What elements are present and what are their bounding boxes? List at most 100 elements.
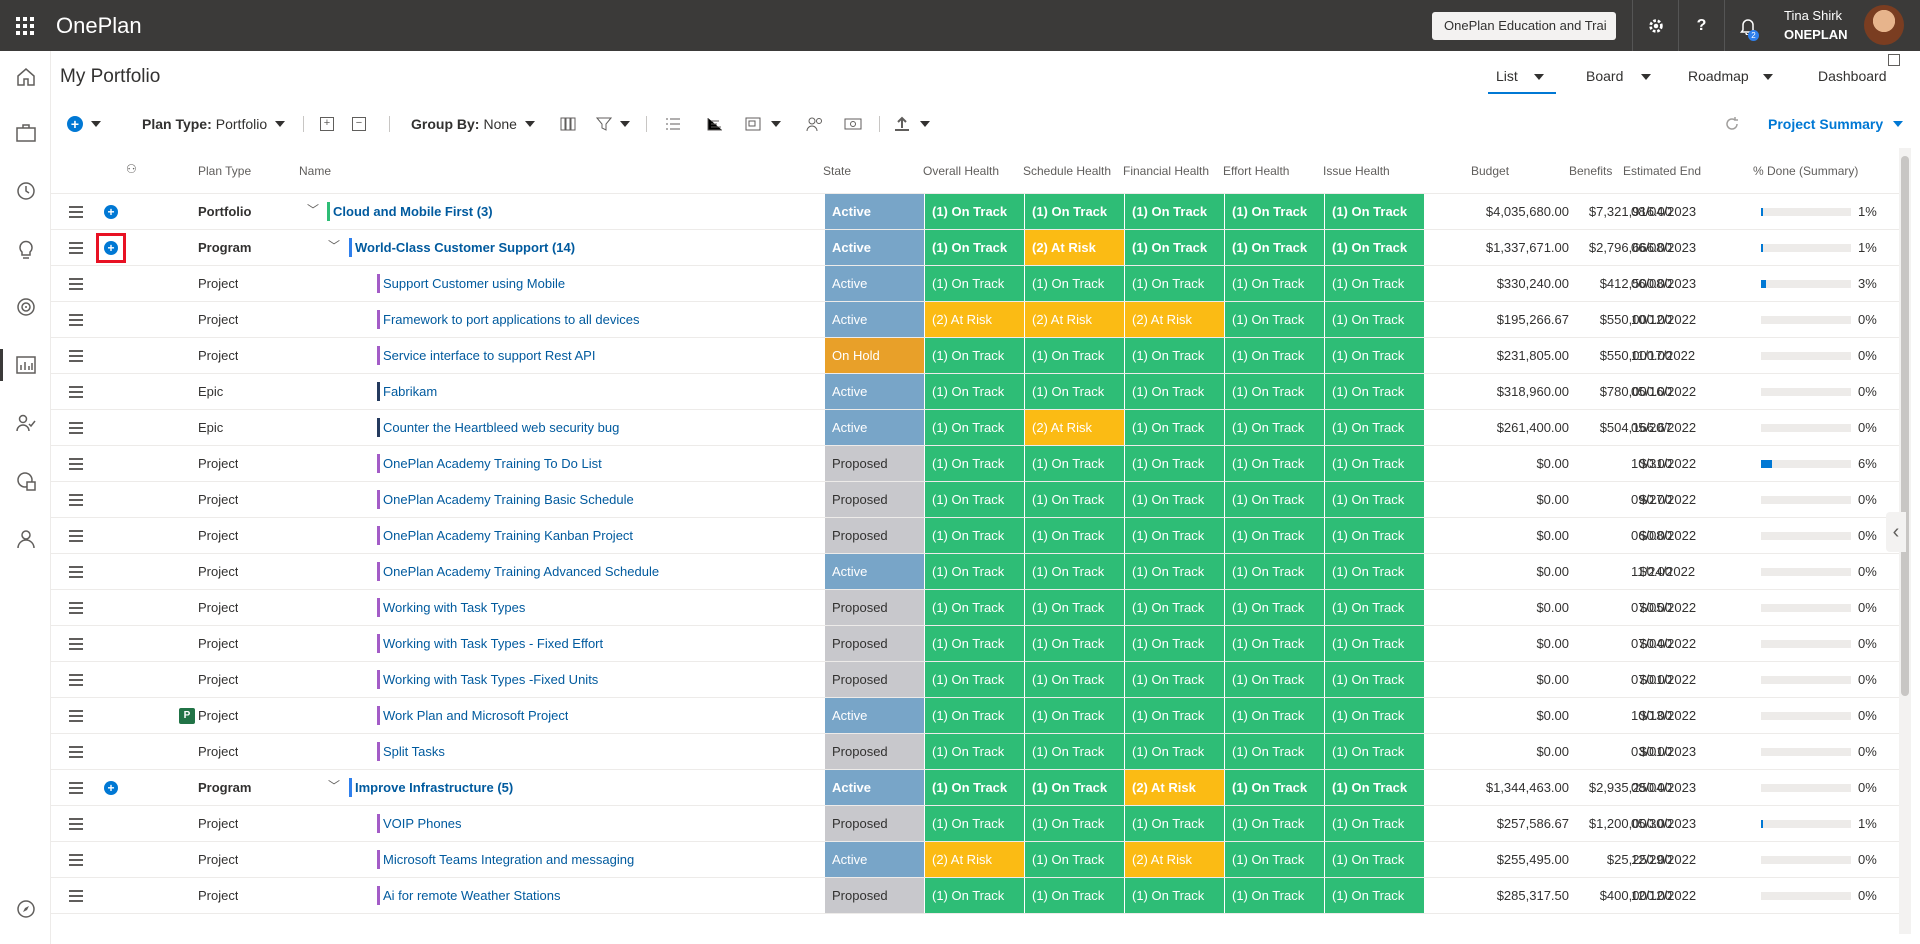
- table-row[interactable]: Project Support Customer using Mobile Acti…: [51, 266, 1899, 302]
- col-state[interactable]: State: [823, 164, 851, 178]
- chevron-left-icon[interactable]: ‹: [1886, 512, 1906, 552]
- plan-name-link[interactable]: Counter the Heartbleed web security bug: [383, 410, 619, 445]
- chevron-down-icon[interactable]: ﹀: [328, 239, 342, 253]
- drag-handle-icon[interactable]: [69, 638, 83, 650]
- table-row[interactable]: Project Ai for remote Weather Stations Pro…: [51, 878, 1899, 914]
- plan-name-link[interactable]: Ai for remote Weather Stations: [383, 878, 561, 913]
- table-row[interactable]: Epic Counter the Heartbleed web security …: [51, 410, 1899, 446]
- drag-handle-icon[interactable]: [69, 350, 83, 362]
- table-row[interactable]: Project VOIP Phones Proposed (1) On Track (1…: [51, 806, 1899, 842]
- plan-name-link[interactable]: Working with Task Types - Fixed Effort: [383, 626, 603, 661]
- drag-handle-icon[interactable]: [69, 746, 83, 758]
- plan-name-link[interactable]: Improve Infrastructure (5): [355, 770, 513, 805]
- plan-name-link[interactable]: Support Customer using Mobile: [383, 266, 565, 301]
- drag-handle-icon[interactable]: [69, 890, 83, 902]
- plan-name-link[interactable]: OnePlan Academy Training Basic Schedule: [383, 482, 634, 517]
- table-row[interactable]: Project Split Tasks Proposed (1) On Track (1…: [51, 734, 1899, 770]
- table-row[interactable]: + Portfolio ﹀ Cloud and Mobile First (3) Act…: [51, 194, 1899, 230]
- layout-button[interactable]: [745, 114, 781, 134]
- drag-handle-icon[interactable]: [69, 710, 83, 722]
- scroll-thumb[interactable]: [1901, 156, 1909, 696]
- list-view-button[interactable]: [665, 114, 681, 134]
- plan-name-link[interactable]: Microsoft Teams Integration and messagin…: [383, 842, 634, 877]
- plan-name-link[interactable]: Service interface to support Rest API: [383, 338, 595, 373]
- add-button[interactable]: +: [67, 114, 101, 134]
- drag-handle-icon[interactable]: [69, 206, 83, 218]
- tab-roadmap[interactable]: Roadmap: [1688, 62, 1773, 94]
- add-child-icon[interactable]: +: [104, 205, 118, 219]
- plan-type-dropdown[interactable]: Plan Type: Portfolio: [142, 114, 286, 134]
- resources-icon[interactable]: [0, 403, 51, 443]
- col-plan-type[interactable]: Plan Type: [198, 164, 251, 178]
- user-info[interactable]: Tina Shirk ONEPLAN: [1784, 6, 1848, 44]
- app-title[interactable]: OnePlan: [56, 13, 142, 39]
- table-row[interactable]: + Program ﹀ World-Class Customer Support (1…: [51, 230, 1899, 266]
- plan-name-link[interactable]: Work Plan and Microsoft Project: [383, 698, 568, 733]
- group-by-dropdown[interactable]: Group By: None: [411, 114, 535, 134]
- col-overall-health[interactable]: Overall Health: [923, 164, 999, 178]
- table-row[interactable]: Project Working with Task Types -Fixed Un…: [51, 662, 1899, 698]
- plan-name-link[interactable]: Split Tasks: [383, 734, 445, 769]
- tab-list[interactable]: List: [1488, 62, 1556, 94]
- plan-name-link[interactable]: Fabrikam: [383, 374, 437, 409]
- plan-name-link[interactable]: World-Class Customer Support (14): [355, 230, 575, 265]
- reports-icon[interactable]: [0, 461, 51, 501]
- help-button[interactable]: ?: [1678, 0, 1724, 51]
- col-schedule-health[interactable]: Schedule Health: [1023, 164, 1111, 178]
- summary-view-dropdown[interactable]: Project Summary: [1768, 114, 1904, 134]
- table-row[interactable]: Project OnePlan Academy Training Kanban P…: [51, 518, 1899, 554]
- tab-board[interactable]: Board: [1586, 62, 1652, 94]
- col-estimated-end[interactable]: Estimated End: [1623, 164, 1701, 178]
- user-icon[interactable]: [0, 519, 51, 559]
- tab-dashboard[interactable]: Dashboard: [1818, 62, 1887, 94]
- app-launcher-icon[interactable]: [0, 0, 50, 51]
- refresh-button[interactable]: [1725, 114, 1739, 134]
- avatar[interactable]: [1864, 5, 1904, 45]
- table-row[interactable]: Project Microsoft Teams Integration and m…: [51, 842, 1899, 878]
- collapse-all-button[interactable]: −: [352, 114, 366, 134]
- plan-name-link[interactable]: OnePlan Academy Training Kanban Project: [383, 518, 633, 553]
- export-button[interactable]: [894, 114, 930, 134]
- col-name[interactable]: Name: [299, 164, 331, 178]
- drag-handle-icon[interactable]: [69, 566, 83, 578]
- indent-button[interactable]: [707, 114, 723, 134]
- compass-icon[interactable]: [0, 889, 51, 929]
- chevron-down-icon[interactable]: ﹀: [307, 203, 321, 217]
- target-icon[interactable]: [0, 287, 51, 327]
- table-row[interactable]: Project Working with Task Types - Fixed E…: [51, 626, 1899, 662]
- table-row[interactable]: Project OnePlan Academy Training Basic Sc…: [51, 482, 1899, 518]
- money-button[interactable]: [844, 114, 862, 134]
- drag-handle-icon[interactable]: [69, 602, 83, 614]
- drag-handle-icon[interactable]: [69, 494, 83, 506]
- drag-handle-icon[interactable]: [69, 818, 83, 830]
- notifications-button[interactable]: [1724, 0, 1770, 51]
- org-switcher[interactable]: OnePlan Education and Trai: [1432, 12, 1616, 40]
- table-row[interactable]: Project OnePlan Academy Training Advanced…: [51, 554, 1899, 590]
- table-row[interactable]: Epic Fabrikam Active (1) On Track (1) On Tra…: [51, 374, 1899, 410]
- drag-handle-icon[interactable]: [69, 674, 83, 686]
- table-row[interactable]: Project Framework to port applications to…: [51, 302, 1899, 338]
- assign-button[interactable]: [806, 114, 824, 134]
- plan-name-link[interactable]: OnePlan Academy Training Advanced Schedu…: [383, 554, 659, 589]
- plan-name-link[interactable]: Cloud and Mobile First (3): [333, 194, 493, 229]
- chevron-down-icon[interactable]: [1533, 74, 1544, 81]
- briefcase-icon[interactable]: [0, 113, 51, 153]
- filter-button[interactable]: [596, 114, 630, 134]
- table-row[interactable]: Project Service interface to support Rest…: [51, 338, 1899, 374]
- col-benefits[interactable]: Benefits: [1569, 164, 1612, 178]
- chevron-down-icon[interactable]: [1641, 74, 1652, 81]
- columns-button[interactable]: [560, 114, 576, 134]
- table-row[interactable]: P Project Work Plan and Microsoft Project A…: [51, 698, 1899, 734]
- plan-name-link[interactable]: OnePlan Academy Training To Do List: [383, 446, 602, 481]
- col-financial-health[interactable]: Financial Health: [1123, 164, 1209, 178]
- plan-name-link[interactable]: Working with Task Types: [383, 590, 525, 625]
- table-row[interactable]: Project OnePlan Academy Training To Do Li…: [51, 446, 1899, 482]
- drag-handle-icon[interactable]: [69, 854, 83, 866]
- col-pct-done[interactable]: % Done (Summary): [1753, 164, 1858, 178]
- drag-handle-icon[interactable]: [69, 242, 83, 254]
- chevron-down-icon[interactable]: [1762, 74, 1773, 81]
- history-icon[interactable]: [0, 171, 51, 211]
- drag-handle-icon[interactable]: [69, 458, 83, 470]
- drag-handle-icon[interactable]: [69, 278, 83, 290]
- expand-icon[interactable]: [1888, 54, 1900, 66]
